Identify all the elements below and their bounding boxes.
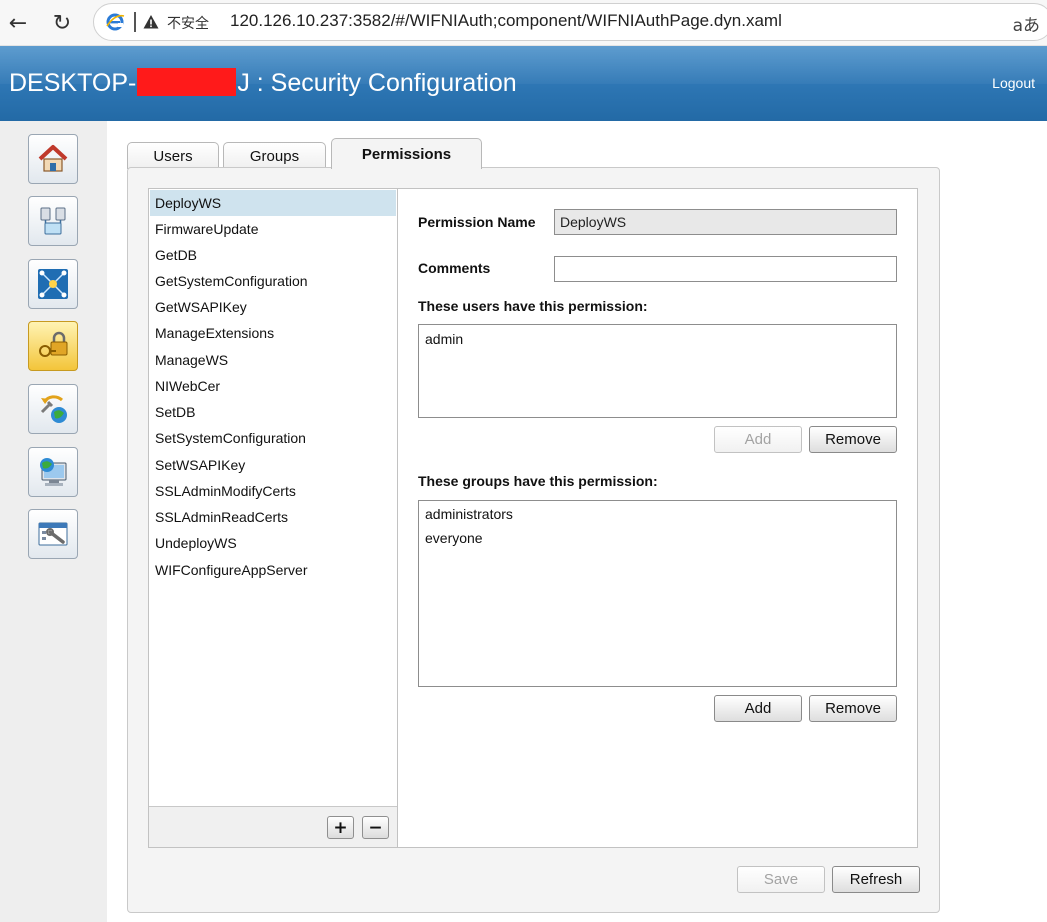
read-aloud-icon[interactable]: aあ <box>1013 11 1040 36</box>
add-permission-button[interactable]: + <box>327 816 354 839</box>
address-divider <box>134 12 136 32</box>
groups-listbox[interactable]: administrators everyone <box>418 500 897 687</box>
list-item[interactable]: everyone <box>425 530 483 546</box>
permission-item[interactable]: SetSystemConfiguration <box>150 425 396 451</box>
add-group-button[interactable]: Add <box>714 695 802 722</box>
nav-webserver-button[interactable] <box>28 447 78 497</box>
users-listbox[interactable]: admin <box>418 324 897 418</box>
permission-list[interactable]: DeployWS FirmwareUpdate GetDB GetSystemC… <box>148 188 398 848</box>
tab-users[interactable]: Users <box>127 142 219 169</box>
page-title-suffix: J : Security Configuration <box>237 69 517 97</box>
list-item[interactable]: administrators <box>425 506 513 522</box>
settings-wrench-icon <box>38 522 68 546</box>
permission-item[interactable]: SSLAdminModifyCerts <box>150 478 396 504</box>
tab-groups[interactable]: Groups <box>223 142 326 169</box>
tab-permissions[interactable]: Permissions <box>331 138 482 169</box>
comments-label: Comments <box>418 260 491 276</box>
comments-field[interactable] <box>554 256 897 282</box>
save-button[interactable]: Save <box>737 866 825 893</box>
permission-item[interactable]: WIFConfigureAppServer <box>150 557 396 583</box>
permission-item[interactable]: DeployWS <box>150 190 396 216</box>
remove-user-button[interactable]: Remove <box>809 426 897 453</box>
insecure-label: 不安全 <box>167 16 209 32</box>
permission-item[interactable]: GetWSAPIKey <box>150 294 396 320</box>
url-text[interactable]: 120.126.10.237:3582/#/WIFNIAuth;componen… <box>230 11 782 31</box>
permission-item[interactable]: ManageWS <box>150 347 396 373</box>
redacted-block <box>137 68 237 96</box>
nav-home-button[interactable] <box>28 134 78 184</box>
permission-item[interactable]: FirmwareUpdate <box>150 216 396 242</box>
add-user-button[interactable]: Add <box>714 426 802 453</box>
list-item[interactable]: admin <box>425 331 463 347</box>
software-update-icon <box>40 395 67 423</box>
permission-item[interactable]: ManageExtensions <box>150 320 396 346</box>
permission-item[interactable]: UndeployWS <box>150 530 396 556</box>
logout-link[interactable]: Logout <box>992 75 1035 91</box>
permission-name-label: Permission Name <box>418 214 536 230</box>
groups-section-label: These groups have this permission: <box>418 473 658 489</box>
browser-toolbar: ← ↻ 不安全 120.126.10.237:3582/#/WIFNIAuth;… <box>0 0 1047 46</box>
home-icon <box>38 145 68 172</box>
permission-item[interactable]: SSLAdminReadCerts <box>150 504 396 530</box>
page-title: DESKTOP- J : Security Configuration <box>9 68 517 98</box>
app-header: DESKTOP- J : Security Configuration Logou… <box>0 46 1047 121</box>
network-topology-icon <box>38 269 68 299</box>
address-bar[interactable]: 不安全 120.126.10.237:3582/#/WIFNIAuth;comp… <box>93 3 1047 41</box>
remove-group-button[interactable]: Remove <box>809 695 897 722</box>
nav-settings-button[interactable] <box>28 509 78 559</box>
back-arrow-icon[interactable]: ← <box>3 8 33 38</box>
permission-item[interactable]: GetDB <box>150 242 396 268</box>
nav-security-button[interactable] <box>28 321 78 371</box>
page-title-prefix: DESKTOP- <box>9 69 137 97</box>
permission-list-footer <box>149 806 397 847</box>
network-devices-icon <box>40 207 66 235</box>
permission-item[interactable]: SetWSAPIKey <box>150 452 396 478</box>
nav-update-button[interactable] <box>28 384 78 434</box>
remove-permission-button[interactable]: − <box>362 816 389 839</box>
web-server-icon <box>40 458 67 486</box>
permission-name-field: DeployWS <box>554 209 897 235</box>
security-lock-icon <box>39 331 68 357</box>
refresh-icon[interactable]: ↻ <box>47 8 77 38</box>
warning-icon <box>143 15 159 29</box>
permission-item[interactable]: SetDB <box>150 399 396 425</box>
users-section-label: These users have this permission: <box>418 298 648 314</box>
nav-devices-button[interactable] <box>28 196 78 246</box>
browser-e-icon <box>106 13 125 31</box>
permission-item[interactable]: NIWebCer <box>150 373 396 399</box>
nav-topology-button[interactable] <box>28 259 78 309</box>
permission-item[interactable]: GetSystemConfiguration <box>150 268 396 294</box>
refresh-button[interactable]: Refresh <box>832 866 920 893</box>
